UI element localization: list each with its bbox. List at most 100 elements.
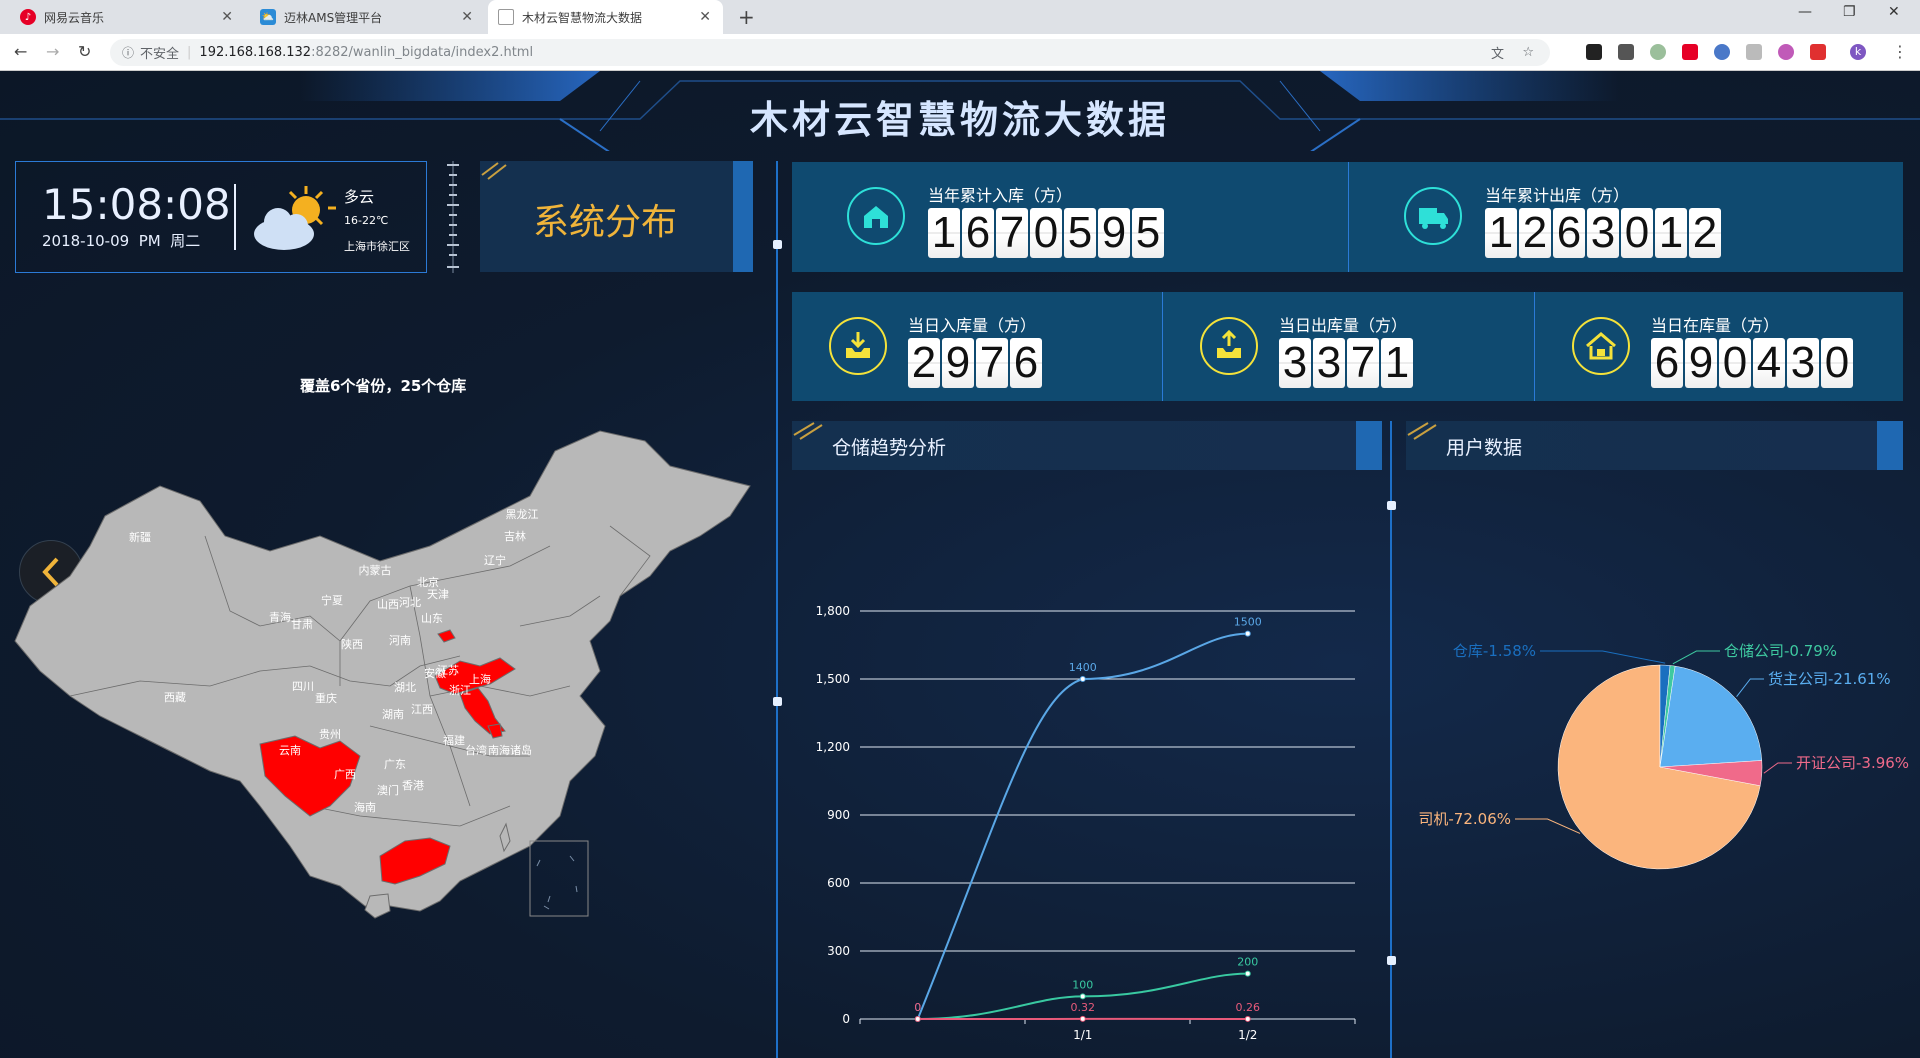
tab-ams-platform[interactable]: ⛅ 迈林AMS管理平台 ✕ [250, 0, 485, 34]
province-label: 内蒙古 [359, 563, 392, 577]
close-icon[interactable]: ✕ [461, 9, 473, 25]
extension-icon[interactable] [1586, 44, 1602, 60]
close-icon[interactable]: ✕ [221, 9, 233, 25]
pie-label: 仓储公司-0.79% [1724, 642, 1837, 660]
province-label: 香港 [402, 779, 424, 792]
map-caption: 覆盖6个省份，25个仓库 [300, 377, 467, 395]
province-label: 天津 [427, 588, 449, 601]
new-tab-button[interactable]: + [738, 5, 755, 29]
close-icon[interactable]: ✕ [699, 9, 711, 25]
province-label: 广东 [384, 758, 406, 771]
province-label: 陕西 [341, 637, 363, 651]
province-label: 海南 [354, 800, 376, 814]
data-label: 1400 [1069, 661, 1097, 674]
restore-button[interactable]: ❐ [1843, 4, 1856, 20]
minimize-button[interactable]: — [1798, 4, 1812, 20]
province-label: 上海 [469, 672, 491, 686]
province-label: 山西 [377, 598, 399, 611]
province-label: 吉林 [504, 529, 526, 543]
data-label: 0.32 [1071, 1001, 1096, 1014]
china-map[interactable]: 新疆西藏青海甘肃宁夏内蒙古黑龙江吉林辽宁北京天津河北山西陕西 河南山东江苏上海安徽… [10, 426, 760, 986]
bookmark-star-icon[interactable]: ☆ [1522, 45, 1534, 60]
counter-digit: 1 [1655, 208, 1687, 258]
province-label: 安徽 [424, 666, 446, 680]
translate-icon[interactable]: 文 [1491, 43, 1504, 62]
extension-icon[interactable] [1810, 44, 1826, 60]
pie-label: 开证公司-3.96% [1796, 754, 1909, 772]
profile-avatar[interactable]: k [1850, 44, 1866, 60]
province-label: 山东 [421, 612, 443, 625]
clock-weather-panel: 15:08:08 2018-10-09 PM 周二 多云 16-22℃ 上海市徐… [15, 161, 427, 273]
counter-digit: 2 [908, 338, 940, 388]
province-label: 福建 [443, 733, 465, 747]
extension-icon[interactable] [1778, 44, 1794, 60]
counter-digit: 9 [1098, 208, 1130, 258]
counter-digit: 0 [1821, 338, 1853, 388]
data-point[interactable] [914, 1016, 921, 1022]
counter-digit: 7 [996, 208, 1028, 258]
menu-icon[interactable]: ⋮ [1892, 42, 1908, 61]
system-distribution-panel[interactable]: 系统分布 [480, 161, 753, 272]
data-point[interactable] [1079, 1015, 1086, 1022]
extension-icon[interactable] [1746, 44, 1762, 60]
tab-wood-cloud-bigdata[interactable]: 木材云智慧物流大数据 ✕ [488, 0, 723, 34]
reload-icon[interactable]: ↻ [78, 42, 91, 61]
page-icon [498, 9, 514, 25]
data-point[interactable] [1244, 630, 1251, 637]
info-icon[interactable]: ⓘ [122, 44, 134, 61]
province-label: 浙江 [449, 684, 471, 697]
data-point[interactable] [1079, 676, 1086, 682]
data-label: 200 [1237, 956, 1258, 969]
annual-inbound-value: 1670595 [928, 208, 1166, 258]
extension-icon[interactable] [1618, 44, 1634, 60]
y-tick-label: 1,500 [816, 672, 850, 686]
inbox-out-icon [1200, 317, 1258, 375]
separator-line [776, 161, 778, 1058]
pie-leader-line [1540, 650, 1666, 664]
counter-digit: 2 [1519, 208, 1551, 258]
daily-in-stock-value: 690430 [1651, 338, 1855, 388]
data-label: 1500 [1234, 616, 1262, 629]
weather-location: 上海市徐汇区 [344, 240, 410, 253]
province-label: 澳门 [377, 783, 399, 797]
counter-digit: 6 [1651, 338, 1683, 388]
province-label: 西藏 [164, 691, 186, 704]
province-label: 河南 [389, 634, 411, 647]
extension-icon[interactable] [1682, 44, 1698, 60]
page-title: 木材云智慧物流大数据 [749, 98, 1170, 142]
forward-icon[interactable]: → [46, 42, 59, 61]
user-section-header: 用户数据 [1406, 421, 1903, 470]
y-tick-label: 600 [827, 876, 850, 890]
pie-label: 司机-72.06% [1418, 810, 1511, 828]
pie-leader-line [1763, 762, 1792, 774]
pie-slice[interactable] [1659, 665, 1763, 768]
data-point[interactable] [1244, 1015, 1251, 1022]
warehouse-icon [847, 187, 905, 245]
ams-icon: ⛅ [260, 9, 276, 25]
stripe-decoration [481, 162, 507, 180]
x-tick-label: 1/2 [1238, 1028, 1257, 1042]
inbox-in-icon [829, 317, 887, 375]
ruler-decoration [447, 161, 459, 273]
province-label: 南海诸岛 [488, 743, 532, 757]
data-point[interactable] [1079, 993, 1086, 1000]
address-bar: ← → ↻ ⓘ 不安全 | 192.168.168.132 :8282/wanl… [0, 34, 1920, 71]
clock-date: 2018-10-09 PM 周二 [42, 232, 201, 250]
y-tick-label: 0 [842, 1012, 850, 1026]
tab-netease-music[interactable]: ♪ 网易云音乐 ✕ [10, 0, 245, 34]
extension-icon[interactable] [1714, 44, 1730, 60]
url-field[interactable]: ⓘ 不安全 | 192.168.168.132 :8282/wanlin_big… [110, 39, 1550, 66]
extension-icon[interactable] [1650, 44, 1666, 60]
data-point[interactable] [1244, 970, 1251, 977]
x-tick-label: 1/1 [1073, 1028, 1092, 1042]
counter-digit: 2 [1689, 208, 1721, 258]
daily-in-stock-stat: 当日在库量（方） 690430 [1534, 292, 1903, 401]
counter-digit: 1 [1381, 338, 1413, 388]
counter-digit: 7 [976, 338, 1008, 388]
daily-stats-row: 当日入库量（方） 2976 当日出库量（方） 3371 当日在库量（方） 690… [792, 292, 1903, 401]
back-icon[interactable]: ← [14, 42, 27, 61]
province-label: 四川 [292, 680, 314, 693]
province-label: 北京 [417, 575, 439, 589]
trend-line-chart: 0 300 600 900 1,200 1,500 1,800 1/1 1/2 0 1400 1500… [816, 604, 1356, 1042]
close-window-button[interactable]: ✕ [1888, 4, 1900, 20]
